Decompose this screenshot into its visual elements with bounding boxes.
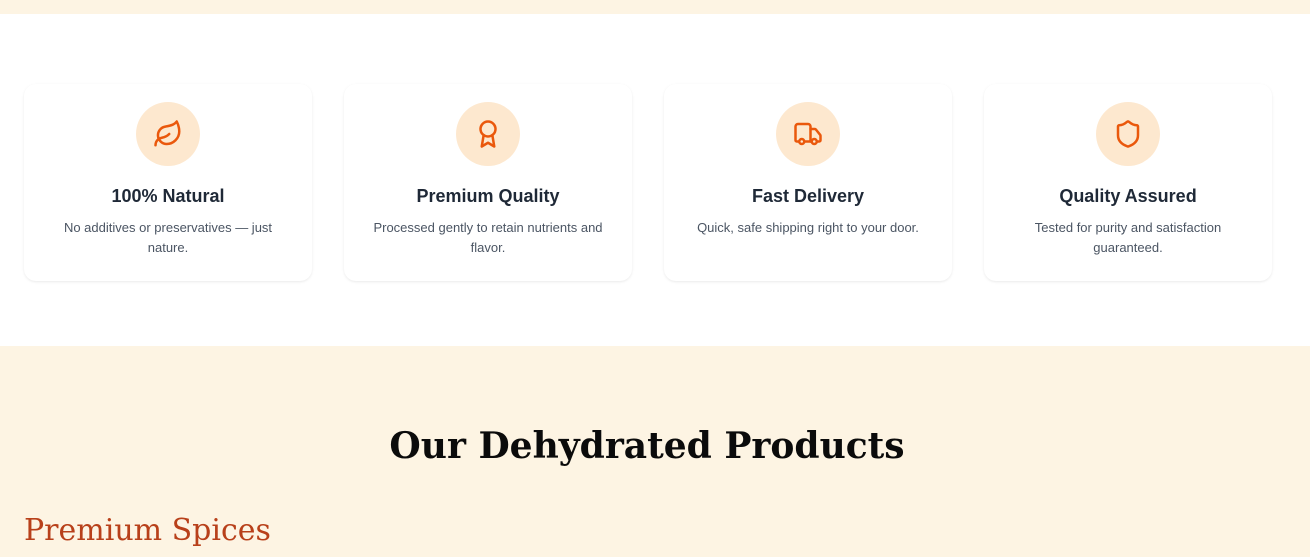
products-section: Our Dehydrated Products Premium Spices — [0, 346, 1310, 557]
category-title: Premium Spices — [24, 513, 271, 548]
feature-description: No additives or preservatives — just nat… — [63, 220, 273, 255]
feature-title: Fast Delivery — [751, 186, 865, 206]
feature-icon-badge — [136, 102, 200, 166]
feature-description: Quick, safe shipping right to your door. — [697, 220, 919, 235]
feature-description: Processed gently to retain nutrients and… — [373, 220, 603, 255]
feature-card-delivery: Fast Delivery Quick, safe shipping right… — [664, 84, 952, 281]
feature-card-quality: Premium Quality Processed gently to reta… — [344, 84, 632, 281]
truck-icon — [794, 122, 822, 146]
top-strip — [0, 0, 1310, 14]
feature-card-natural: 100% Natural No additives or preservativ… — [24, 84, 312, 281]
feature-icon-badge — [456, 102, 520, 166]
leaf-icon — [154, 120, 181, 147]
feature-title: Premium Quality — [416, 186, 560, 206]
award-icon — [479, 120, 497, 148]
feature-icon-badge — [1096, 102, 1160, 166]
feature-title: 100% Natural — [111, 186, 225, 206]
features-section: 100% Natural No additives or preservativ… — [0, 14, 1310, 346]
feature-title: Quality Assured — [1059, 186, 1197, 206]
feature-card-assured: Quality Assured Tested for purity and sa… — [984, 84, 1272, 281]
feature-icon-badge — [776, 102, 840, 166]
section-title: Our Dehydrated Products — [389, 425, 905, 467]
feature-description: Tested for purity and satisfaction guara… — [1034, 220, 1222, 255]
shield-icon — [1116, 120, 1140, 148]
